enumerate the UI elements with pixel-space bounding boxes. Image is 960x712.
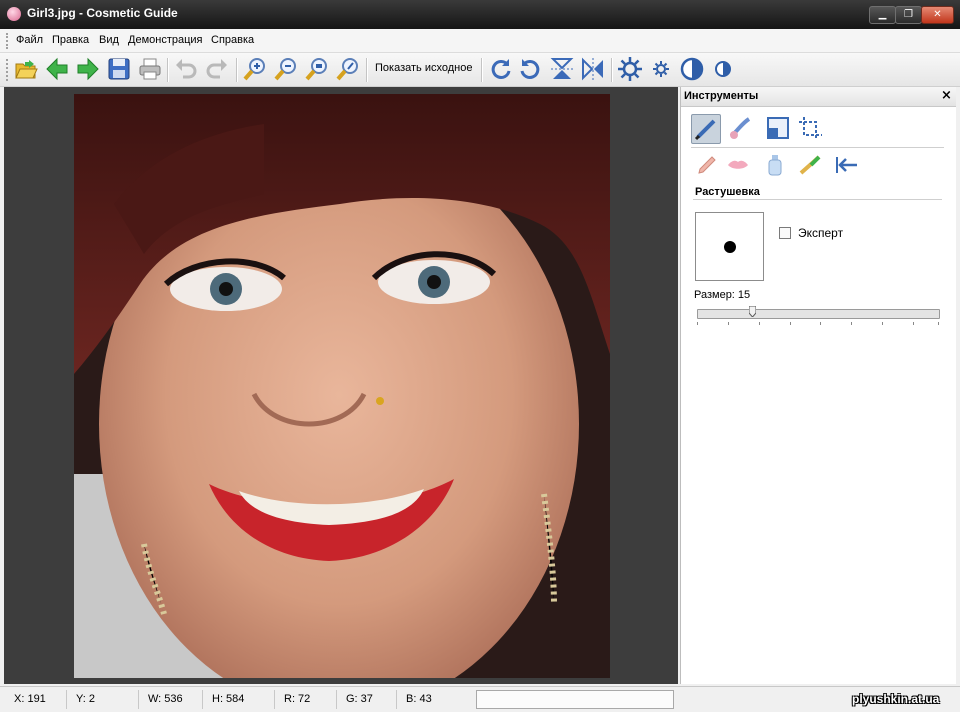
size-label: Размер: 15 <box>694 289 751 301</box>
status-red: R: 72 <box>284 693 311 705</box>
maximize-button[interactable]: ❐ <box>895 6 922 24</box>
status-bar: X: 191 Y: 2 W: 536 H: 584 R: 72 G: 37 B:… <box>0 686 960 712</box>
brush-icon[interactable] <box>691 114 721 144</box>
status-separator <box>396 690 397 709</box>
flip-vertical-icon[interactable] <box>549 56 575 82</box>
menu-file[interactable]: Файл <box>16 34 43 46</box>
status-y: Y: 2 <box>76 693 95 705</box>
slider-tick <box>851 322 852 325</box>
pencil-icon[interactable] <box>693 151 721 179</box>
status-blue: B: 43 <box>406 693 432 705</box>
title-bar[interactable]: Girl3.jpg - Cosmetic Guide ▁ ❐ ✕ <box>0 0 960 29</box>
slider-tick <box>790 322 791 325</box>
status-height: H: 584 <box>212 693 245 705</box>
slider-tick <box>913 322 914 325</box>
status-x: X: 191 <box>14 693 46 705</box>
print-icon[interactable] <box>137 56 163 82</box>
section-divider <box>693 199 942 200</box>
brightness-increase-icon[interactable] <box>617 56 643 82</box>
size-slider-thumb[interactable] <box>748 305 757 318</box>
tools-panel-close-button[interactable]: × <box>941 88 952 103</box>
watermark-text: plyushkin.at.ua <box>852 692 940 706</box>
expert-label: Эксперт <box>798 226 844 240</box>
back-arrow-icon[interactable] <box>44 56 70 82</box>
main-toolbar: Показать исходное <box>0 53 960 87</box>
toolbar-separator <box>236 58 238 82</box>
menu-edit[interactable]: Правка <box>52 34 89 46</box>
crop-icon[interactable] <box>796 114 824 142</box>
zoom-fit-icon[interactable] <box>304 56 330 82</box>
eyeliner-icon[interactable] <box>797 151 825 179</box>
status-green: G: 37 <box>346 693 373 705</box>
feather-section-title: Растушевка <box>695 186 760 198</box>
status-separator <box>138 690 139 709</box>
save-icon[interactable] <box>106 56 132 82</box>
status-separator <box>274 690 275 709</box>
arrow-back-icon[interactable] <box>833 151 861 179</box>
portrait-image[interactable] <box>74 94 610 678</box>
zoom-out-icon[interactable] <box>273 56 299 82</box>
brush-preview <box>695 212 764 281</box>
status-width: W: 536 <box>148 693 183 705</box>
slider-tick <box>697 322 698 325</box>
close-button[interactable]: ✕ <box>921 6 954 24</box>
slider-tick <box>882 322 883 325</box>
resize-icon[interactable] <box>764 114 792 142</box>
panel-divider <box>691 147 944 148</box>
menu-view[interactable]: Вид <box>99 34 119 46</box>
app-window: Girl3.jpg - Cosmetic Guide ▁ ❐ ✕ Файл Пр… <box>0 0 960 712</box>
lips-icon[interactable] <box>724 151 752 179</box>
progress-bar <box>476 690 674 709</box>
zoom-in-icon[interactable] <box>242 56 268 82</box>
tools-panel-title: Инструменты <box>684 90 759 102</box>
tools-panel: Инструменты × Растушевка Эксперт Размер:… <box>680 87 956 684</box>
minimize-button[interactable]: ▁ <box>869 6 896 24</box>
slider-tick <box>728 322 729 325</box>
toolbar-separator <box>366 58 368 82</box>
status-separator <box>66 690 67 709</box>
app-logo-icon <box>7 7 21 21</box>
toolbar-separator <box>611 58 613 82</box>
menu-bar: Файл Правка Вид Демонстрация Справка <box>0 29 960 53</box>
brush-dot <box>724 241 736 253</box>
show-original-button[interactable]: Показать исходное <box>375 62 472 74</box>
toolbar-separator <box>481 58 483 82</box>
tools-panel-header: Инструменты × <box>681 87 956 107</box>
toolbar-grip[interactable] <box>6 59 10 81</box>
forward-arrow-icon[interactable] <box>75 56 101 82</box>
open-icon[interactable] <box>13 56 39 82</box>
toolbar-separator <box>167 58 169 82</box>
image-canvas[interactable] <box>4 87 678 684</box>
status-separator <box>336 690 337 709</box>
flip-horizontal-icon[interactable] <box>580 56 606 82</box>
undo-icon[interactable] <box>173 56 199 82</box>
window-title: Girl3.jpg - Cosmetic Guide <box>27 6 178 20</box>
expert-checkbox[interactable] <box>779 227 791 239</box>
bottle-icon[interactable] <box>761 151 789 179</box>
rotate-cw-icon[interactable] <box>487 56 513 82</box>
menu-help[interactable]: Справка <box>211 34 254 46</box>
zoom-actual-icon[interactable] <box>335 56 361 82</box>
brightness-decrease-icon[interactable] <box>648 56 674 82</box>
redo-icon[interactable] <box>204 56 230 82</box>
slider-tick <box>938 322 939 325</box>
rotate-ccw-icon[interactable] <box>518 56 544 82</box>
size-slider[interactable] <box>697 309 940 319</box>
contrast-small-icon[interactable] <box>710 56 736 82</box>
menu-grip[interactable] <box>6 33 10 49</box>
status-separator <box>202 690 203 709</box>
slider-tick <box>820 322 821 325</box>
contrast-icon[interactable] <box>679 56 705 82</box>
slider-tick <box>759 322 760 325</box>
magic-brush-icon[interactable] <box>726 114 754 142</box>
menu-demo[interactable]: Демонстрация <box>128 34 203 46</box>
